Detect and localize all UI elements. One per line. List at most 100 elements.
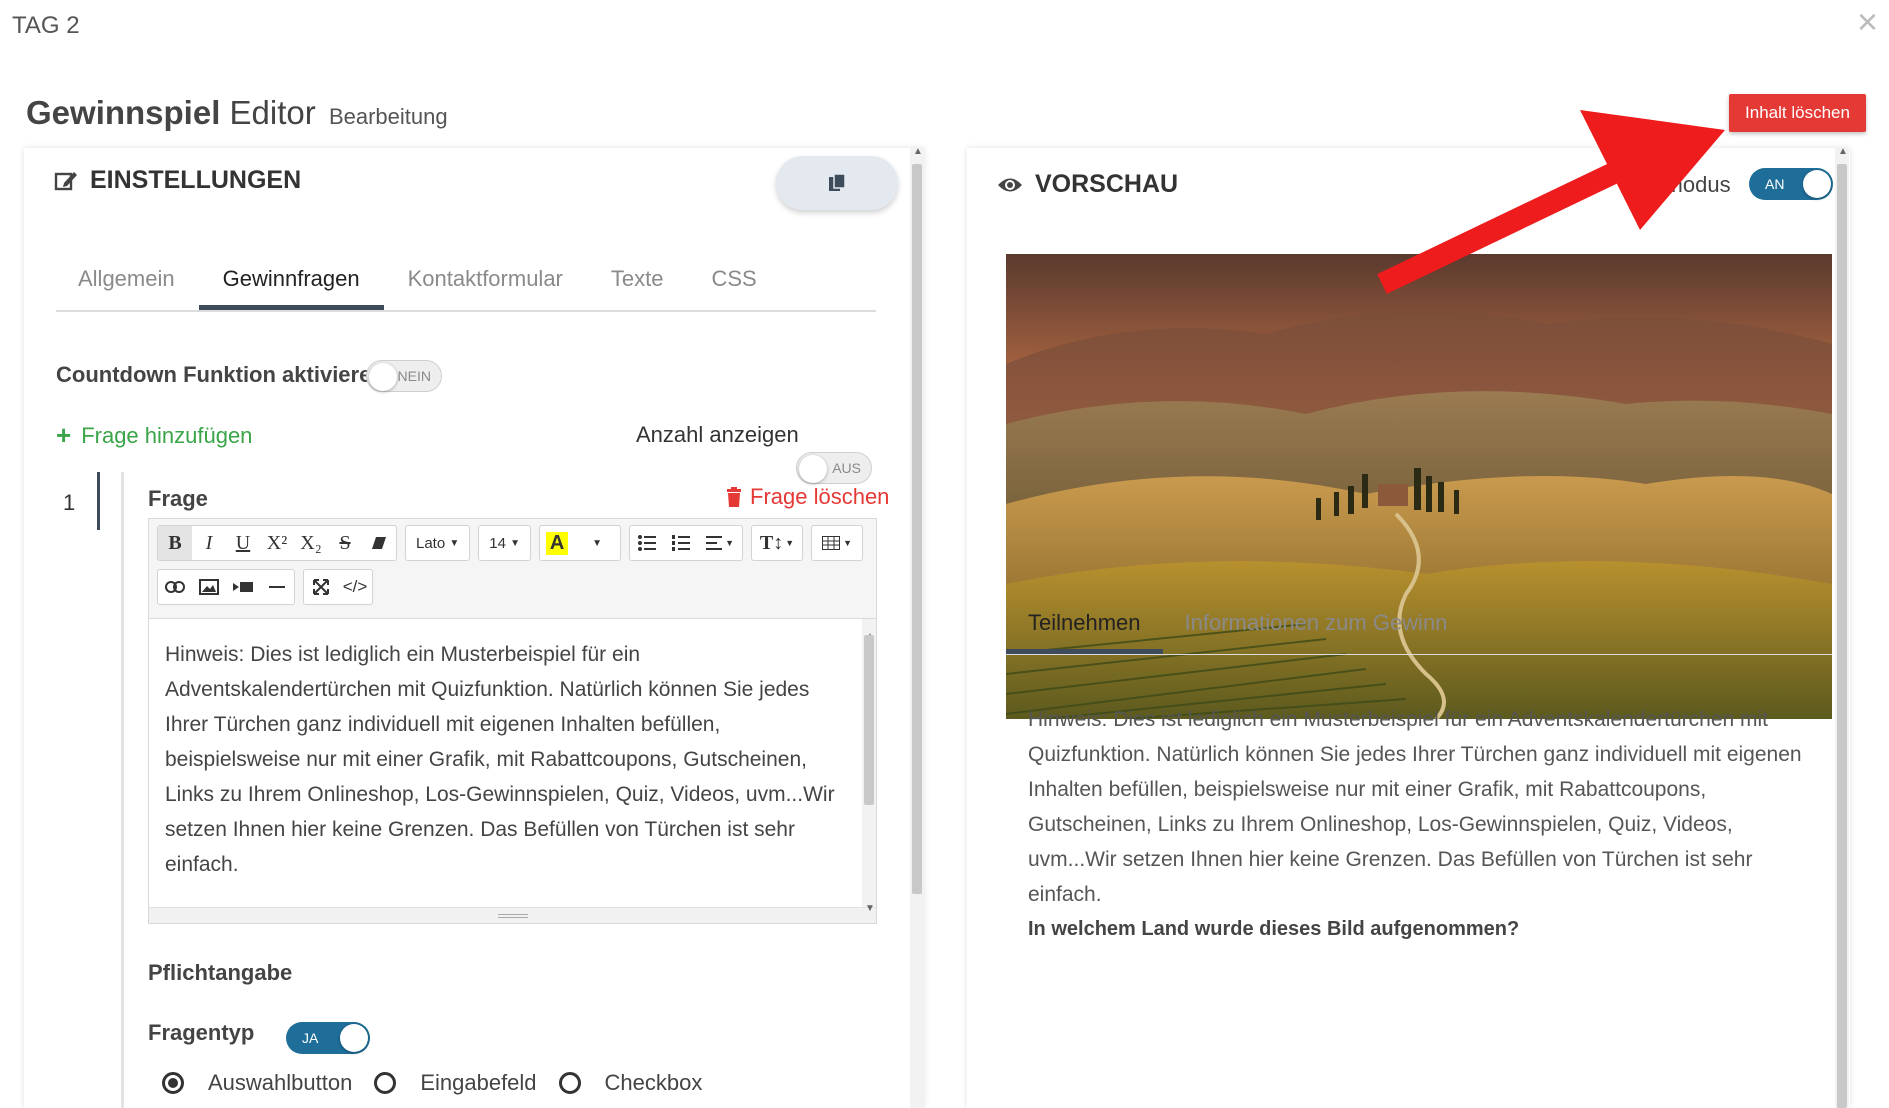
toggle-knob <box>340 1024 368 1052</box>
settings-scrollbar[interactable]: ▲ <box>910 148 924 1108</box>
font-family-select[interactable]: Lato ▼ <box>405 525 471 561</box>
subscript-button[interactable]: X₂ <box>294 526 328 560</box>
preview-heading-label: VORSCHAU <box>1035 170 1179 198</box>
add-question-link[interactable]: + Frage hinzufügen <box>56 420 252 451</box>
eraser-icon[interactable] <box>362 526 396 560</box>
settings-heading-label: EINSTELLUNGEN <box>90 166 302 194</box>
font-size-value: 14 ▼ <box>479 526 530 560</box>
list-group: ▼ <box>629 525 744 561</box>
tab-gewinnfragen[interactable]: Gewinnfragen <box>198 260 384 310</box>
align-icon[interactable]: ▼ <box>698 526 742 560</box>
show-count-toggle-label: AUS <box>832 460 861 476</box>
resize-grip-icon <box>497 913 528 918</box>
countdown-label: Countdown Funktion aktivieren <box>56 362 385 387</box>
line-height-group: T↕ ▼ <box>751 525 804 561</box>
tabs-divider <box>56 310 876 312</box>
code-view-icon[interactable]: </> <box>338 570 372 604</box>
text-color-icon: A <box>545 531 569 555</box>
copy-button[interactable] <box>776 156 898 210</box>
preview-heading: VORSCHAU <box>997 170 1178 199</box>
chevron-down-icon: ▼ <box>785 538 795 548</box>
question-text-area[interactable]: Hinweis: Dies ist lediglich ein Musterbe… <box>149 619 876 914</box>
show-count-label: Anzahl anzeigen <box>636 422 799 447</box>
table-group: ▼ <box>811 525 864 561</box>
scroll-up-icon[interactable]: ▲ <box>1838 148 1848 157</box>
edit-mode-toggle[interactable]: AN <box>1749 168 1833 200</box>
radio-auswahlbutton[interactable] <box>162 1072 184 1094</box>
question-number: 1 <box>63 490 76 515</box>
countdown-toggle[interactable]: NEIN <box>366 360 442 392</box>
preview-question: In welchem Land wurde dieses Bild aufgen… <box>1028 918 1520 940</box>
text-size-icon[interactable]: T↕ ▼ <box>752 526 802 560</box>
edit-mode-toggle-label: AN <box>1765 176 1785 192</box>
tab-teilnehmen[interactable]: Teilnehmen <box>1006 604 1163 654</box>
close-icon[interactable]: × <box>1857 4 1878 40</box>
tab-informationen[interactable]: Informationen zum Gewinn <box>1163 604 1470 654</box>
settings-panel: EINSTELLUNGEN ▲ Allgemein Gewinnfragen K… <box>24 148 924 1108</box>
tab-css[interactable]: CSS <box>687 260 780 310</box>
editor-subtitle: Bearbeitung <box>328 104 448 129</box>
editor-resize-handle[interactable] <box>149 907 876 923</box>
question-indicator-bar <box>97 472 100 530</box>
italic-button[interactable]: I <box>192 526 226 560</box>
settings-tabs: Allgemein Gewinnfragen Kontaktformular T… <box>54 260 781 310</box>
radio-checkbox[interactable] <box>558 1072 581 1094</box>
font-size-select[interactable]: 14 ▼ <box>478 525 532 561</box>
preview-scrollbar[interactable]: ▲ <box>1835 148 1849 1108</box>
preview-scrollbar-thumb[interactable] <box>1837 164 1847 1108</box>
tab-texte[interactable]: Texte <box>587 260 688 310</box>
chevron-down-icon: ▼ <box>510 537 521 549</box>
chevron-down-icon: ▼ <box>843 538 852 548</box>
toggle-knob <box>1803 170 1831 198</box>
superscript-button[interactable]: X² <box>260 526 294 560</box>
highlight-color-button[interactable]: A <box>540 526 574 560</box>
bullet-list-icon[interactable] <box>630 526 664 560</box>
modal-title: TAG 2 <box>12 12 80 39</box>
add-question-label: Frage hinzufügen <box>81 422 253 448</box>
required-toggle-label: JA <box>302 1030 319 1046</box>
underline-button[interactable]: U <box>226 526 260 560</box>
image-icon[interactable] <box>192 570 226 604</box>
delete-question-link[interactable]: Frage löschen <box>726 484 889 510</box>
show-count-toggle[interactable]: AUS <box>796 452 872 484</box>
editor-scrollbar-thumb[interactable] <box>864 635 874 805</box>
chevron-down-icon: ▼ <box>725 538 734 548</box>
scroll-down-icon[interactable]: ▼ <box>865 891 875 926</box>
tab-allgemein[interactable]: Allgemein <box>54 260 199 310</box>
bold-button[interactable]: B <box>158 526 192 560</box>
table-icon[interactable]: ▼ <box>812 526 862 560</box>
countdown-toggle-label: NEIN <box>397 368 431 384</box>
color-dropdown-icon[interactable]: ▼ <box>574 526 620 560</box>
required-label: Pflichtangabe <box>148 960 293 985</box>
radio-eingabefeld[interactable] <box>374 1072 397 1094</box>
required-toggle[interactable]: JA <box>286 1022 370 1054</box>
strikethrough-button[interactable]: S <box>328 526 362 560</box>
preview-text: Hinweis: Dies ist lediglich ein Musterbe… <box>1028 708 1802 906</box>
chevron-down-icon: ▼ <box>449 537 460 549</box>
question-side-line <box>121 472 124 1108</box>
editor-title-rest: Editor <box>229 94 316 131</box>
numbered-list-icon[interactable] <box>664 526 698 560</box>
horizontal-rule-icon[interactable] <box>260 570 294 604</box>
editor-scrollbar[interactable]: ▲ ▼ <box>862 619 876 914</box>
radio-label-eingabefeld: Eingabefeld <box>420 1070 537 1095</box>
fullscreen-icon[interactable] <box>304 570 338 604</box>
preview-tabs-divider <box>1006 654 1832 655</box>
video-icon[interactable] <box>226 570 260 604</box>
font-size-label: 14 <box>489 534 506 552</box>
clear-content-button[interactable]: Inhalt löschen <box>1729 94 1866 132</box>
font-family-value: Lato ▼ <box>406 526 469 560</box>
tab-kontaktformular[interactable]: Kontaktformular <box>384 260 587 310</box>
font-family-label: Lato <box>416 534 446 552</box>
trash-icon <box>727 487 741 507</box>
settings-heading: EINSTELLUNGEN <box>54 166 301 195</box>
scroll-up-icon[interactable]: ▲ <box>913 148 923 157</box>
toggle-knob <box>369 363 397 391</box>
scrollbar-thumb[interactable] <box>912 164 922 894</box>
link-icon[interactable] <box>158 570 192 604</box>
toggle-knob <box>799 455 827 483</box>
question-type-options: Auswahlbutton Eingabefeld Checkbox <box>162 1070 702 1096</box>
question-type-label: Fragentyp <box>148 1020 255 1045</box>
rich-text-editor: B I U X² X₂ S Lato ▼ 14 ▼ A ▼ ▼ T↕ ▼ ▼ <… <box>148 518 877 924</box>
insert-group <box>157 569 295 605</box>
